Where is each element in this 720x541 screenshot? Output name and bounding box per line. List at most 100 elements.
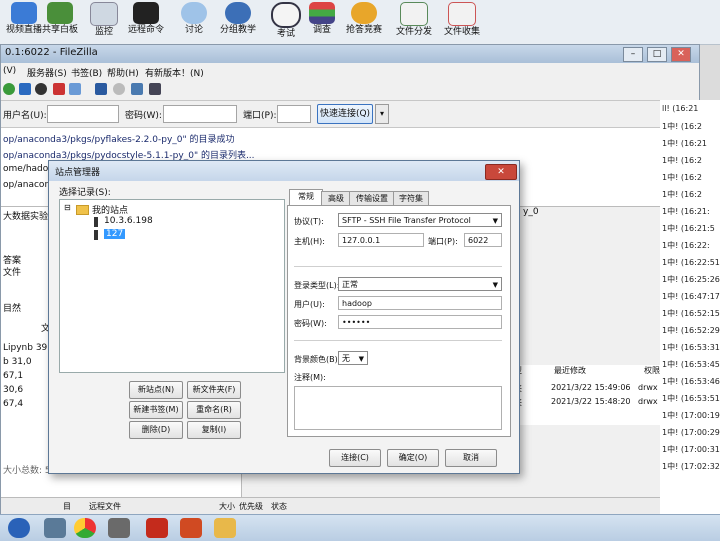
local-tree-item[interactable]: 文件: [3, 265, 21, 278]
col-modified-header[interactable]: 最近修改: [554, 365, 586, 376]
user-label: 用户(U):: [294, 300, 325, 309]
quickconnect-button[interactable]: 快速连接(Q): [317, 104, 373, 124]
select-entry-label: 选择记录(S):: [59, 188, 111, 198]
server-icon: [94, 217, 98, 227]
new-folder-button[interactable]: 新文件夹(F): [187, 381, 241, 399]
tree-site-item-selected[interactable]: 127: [104, 229, 126, 239]
logon-type-select[interactable]: 正常 ▼: [338, 277, 502, 291]
new-bookmark-button[interactable]: 新建书签(M): [129, 401, 183, 419]
quickconnect-dropdown[interactable]: ▾: [375, 104, 389, 124]
disconnect-icon[interactable]: [53, 83, 65, 95]
menu-server[interactable]: 服务器(S): [27, 66, 67, 79]
status-log-line: 1中! (16:53:45): [662, 360, 720, 369]
survey-button[interactable]: 调查: [298, 0, 346, 44]
local-tree-item[interactable]: 目然: [3, 301, 21, 314]
remote-file-list: 类型 最近修改 权限 件夹 2021/3/22 15:49:06 drwx 件夹…: [506, 365, 661, 425]
minimize-button[interactable]: –: [623, 47, 643, 62]
close-window-button[interactable]: ✕: [671, 47, 691, 62]
status-log-line: 1中! (16:2: [662, 190, 702, 199]
server-icon: [94, 230, 98, 240]
group-teaching-button[interactable]: 分组教学: [214, 0, 262, 44]
password-label: 密码(W):: [125, 111, 162, 121]
host-input[interactable]: 127.0.0.1: [338, 233, 424, 247]
windows-taskbar: [0, 514, 720, 541]
port-label: 端口(P):: [428, 237, 458, 246]
cancel-button[interactable]: 取消: [445, 449, 497, 467]
search-icon[interactable]: [113, 83, 125, 95]
col-perm-header[interactable]: 权限: [644, 365, 660, 376]
user-input[interactable]: hadoop: [338, 296, 502, 310]
status-log-column: ll! (16:21 1中! (16:2 1中! (16:21 1中! (16:2 1中…: [660, 100, 720, 520]
menu-help[interactable]: 帮助(H): [107, 66, 139, 79]
new-site-button[interactable]: 新站点(N): [129, 381, 183, 399]
whiteboard-icon: [47, 2, 73, 24]
username-input[interactable]: [47, 105, 119, 123]
logon-type-value: 正常: [342, 280, 358, 289]
process-queue-icon[interactable]: [19, 83, 31, 95]
divider: [294, 340, 502, 341]
filter-icon[interactable]: [95, 83, 107, 95]
bgcolor-select[interactable]: 无 ▼: [338, 351, 368, 365]
discussion-button[interactable]: 讨论: [170, 0, 218, 44]
local-file-row[interactable]: 67,1: [3, 371, 23, 381]
binoculars-icon[interactable]: [149, 83, 161, 95]
local-file-row[interactable]: 30,6: [3, 385, 23, 395]
divider: [294, 266, 502, 267]
tree-collapse-icon[interactable]: ⊟: [64, 203, 71, 212]
window-titlebar: 0.1:6022 - FileZilla – □ ✕: [1, 45, 699, 63]
virtualbox-icon[interactable]: [108, 518, 130, 538]
monitor-button[interactable]: 监控: [80, 0, 128, 44]
ie-icon[interactable]: [44, 518, 66, 538]
remote-command-button[interactable]: 远程命令: [122, 0, 170, 44]
tree-site-item[interactable]: 10.3.6.198: [104, 216, 153, 226]
chrome-icon[interactable]: [74, 518, 96, 538]
menu-view[interactable]: (V): [3, 66, 16, 76]
protocol-select[interactable]: SFTP - SSH File Transfer Protocol ▼: [338, 213, 502, 227]
comments-textarea[interactable]: [294, 386, 502, 430]
maximize-button[interactable]: □: [647, 47, 667, 62]
remote-row-date[interactable]: 2021/3/22 15:49:06: [551, 383, 631, 392]
whiteboard-button[interactable]: 共享白板: [36, 0, 84, 44]
quiz-race-button[interactable]: 抢答竞赛: [340, 0, 388, 44]
local-file-row[interactable]: 67,4: [3, 399, 23, 409]
tab-transfer-settings[interactable]: 传输设置: [349, 191, 395, 206]
password-input[interactable]: ••••••: [338, 315, 502, 329]
powerpoint-icon[interactable]: [180, 518, 202, 538]
filezilla-icon[interactable]: [146, 518, 168, 538]
comments-label: 注释(M):: [294, 373, 326, 382]
compare-icon[interactable]: [131, 83, 143, 95]
copy-button[interactable]: 复制(I): [187, 421, 241, 439]
menu-new-version[interactable]: 有新版本！(N): [145, 66, 204, 79]
remote-row-perm[interactable]: drwx: [638, 397, 658, 406]
cancel-icon[interactable]: [35, 83, 47, 95]
general-tab-panel: 协议(T): SFTP - SSH File Transfer Protocol…: [287, 205, 511, 437]
ok-button[interactable]: 确定(O): [387, 449, 439, 467]
reconnect-icon[interactable]: [69, 83, 81, 95]
tab-charset[interactable]: 字符集: [393, 191, 429, 206]
protocol-label: 协议(T):: [294, 217, 324, 226]
menu-bookmarks[interactable]: 书签(B): [71, 66, 102, 79]
connect-button[interactable]: 连接(C): [329, 449, 381, 467]
port-label: 端口(P):: [243, 111, 277, 121]
tab-advanced[interactable]: 高级: [321, 191, 351, 206]
queue-col: 大小: [219, 502, 235, 511]
delete-button[interactable]: 删除(D): [129, 421, 183, 439]
quickconnect-bar: 用户名(U): 密码(W): 端口(P): 快速连接(Q) ▾: [1, 101, 699, 128]
rename-button[interactable]: 重命名(R): [187, 401, 241, 419]
local-file-row[interactable]: b 31,0: [3, 357, 32, 367]
dialog-close-button[interactable]: ✕: [485, 164, 517, 180]
status-log-line: 1中! (16:2: [662, 122, 702, 131]
password-input[interactable]: [163, 105, 237, 123]
status-log-line: ll! (16:21: [662, 104, 699, 113]
remote-row-date[interactable]: 2021/3/22 15:48:20: [551, 397, 631, 406]
tree-root-my-sites[interactable]: 我的站点: [92, 203, 128, 216]
local-tree-item[interactable]: 大数据实验(: [3, 209, 52, 222]
file-distribute-button[interactable]: 文件分发: [390, 0, 438, 44]
refresh-icon[interactable]: [3, 83, 15, 95]
remote-row-perm[interactable]: drwx: [638, 383, 658, 392]
port-input[interactable]: [277, 105, 311, 123]
start-icon[interactable]: [8, 518, 30, 538]
port-input[interactable]: 6022: [464, 233, 502, 247]
file-collect-button[interactable]: 文件收集: [438, 0, 486, 44]
explorer-icon[interactable]: [214, 518, 236, 538]
